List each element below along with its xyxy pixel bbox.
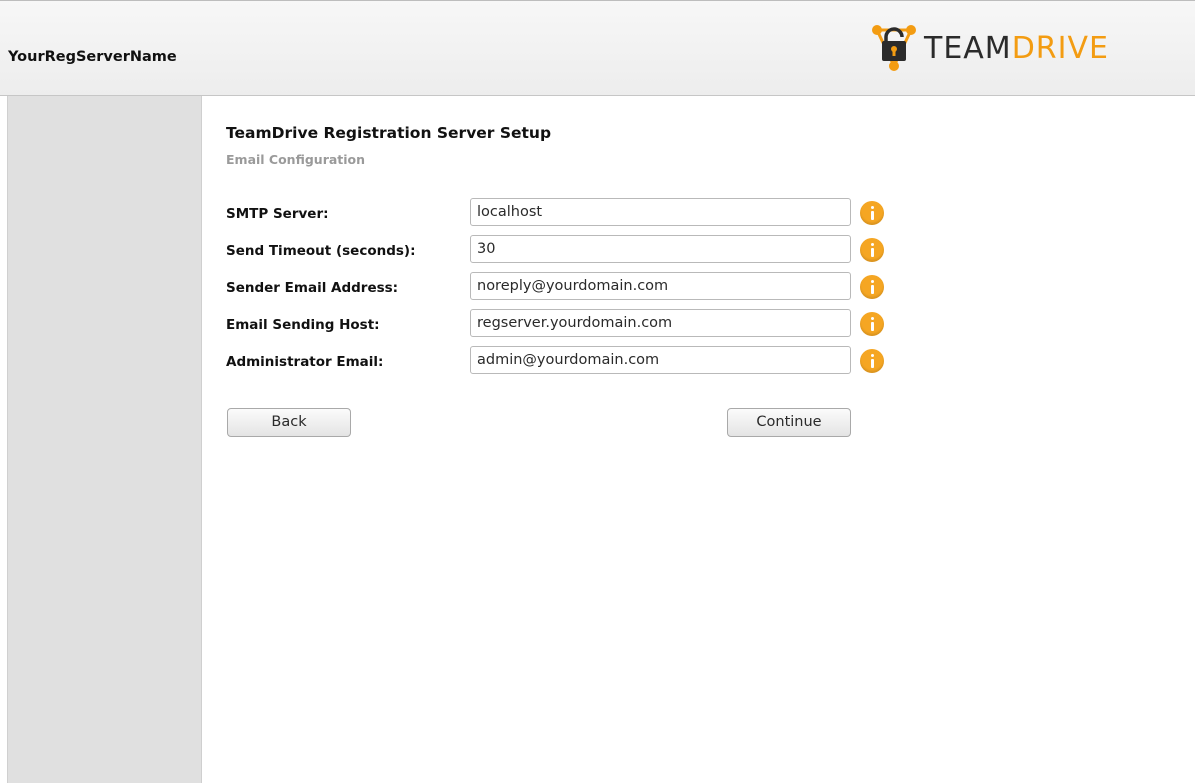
page: YourRegServerName TEAMDRIVE TeamDrive Re…: [0, 0, 1195, 783]
info-icon[interactable]: [860, 312, 884, 336]
sender-email-input[interactable]: [470, 272, 851, 300]
send-timeout-label: Send Timeout (seconds):: [226, 243, 416, 259]
form-row-administrator-email: Administrator Email:: [226, 346, 926, 383]
back-button[interactable]: Back: [227, 408, 351, 437]
logo-wordmark: TEAMDRIVE: [924, 34, 1109, 64]
email-sending-host-input[interactable]: [470, 309, 851, 337]
sidebar: [8, 96, 202, 783]
administrator-email-input[interactable]: [470, 346, 851, 374]
form-row-email-sending-host: Email Sending Host:: [226, 309, 926, 346]
form-row-send-timeout: Send Timeout (seconds):: [226, 235, 926, 272]
main-content: TeamDrive Registration Server Setup Emai…: [226, 124, 1126, 374]
logo-text-drive: DRIVE: [1011, 31, 1109, 66]
email-config-form: SMTP Server: Send Timeout (seconds): Sen…: [226, 198, 926, 383]
form-row-smtp-server: SMTP Server:: [226, 198, 926, 235]
info-icon[interactable]: [860, 201, 884, 225]
send-timeout-input[interactable]: [470, 235, 851, 263]
teamdrive-lock-icon: [872, 25, 916, 71]
info-icon[interactable]: [860, 349, 884, 373]
email-sending-host-label: Email Sending Host:: [226, 317, 380, 333]
page-subtitle: Email Configuration: [226, 152, 366, 167]
continue-button[interactable]: Continue: [727, 408, 851, 437]
sender-email-label: Sender Email Address:: [226, 280, 399, 296]
header-bar: YourRegServerName TEAMDRIVE: [0, 0, 1195, 96]
form-row-sender-email: Sender Email Address:: [226, 272, 926, 309]
teamdrive-logo: TEAMDRIVE: [870, 23, 1109, 73]
smtp-server-label: SMTP Server:: [226, 206, 329, 222]
page-title: TeamDrive Registration Server Setup: [226, 124, 552, 142]
server-name: YourRegServerName: [8, 49, 177, 65]
smtp-server-input[interactable]: [470, 198, 851, 226]
info-icon[interactable]: [860, 238, 884, 262]
info-icon[interactable]: [860, 275, 884, 299]
administrator-email-label: Administrator Email:: [226, 354, 384, 370]
logo-text-team: TEAM: [924, 31, 1012, 66]
